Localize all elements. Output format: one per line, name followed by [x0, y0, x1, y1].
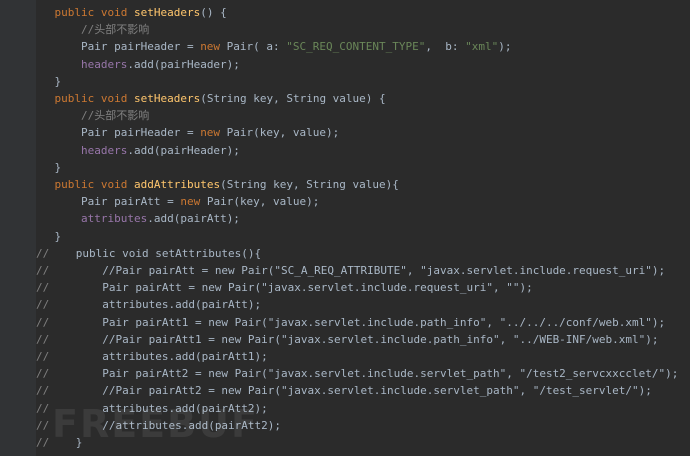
code-line[interactable]: Pair pairAtt = new Pair(key, value); [0, 193, 690, 210]
code-line-text: // //Pair pairAtt2 = new Pair("javax.ser… [36, 384, 652, 398]
code-line[interactable]: // attributes.add(pairAtt); [0, 296, 690, 313]
code-line[interactable]: // //Pair pairAtt2 = new Pair("javax.ser… [0, 382, 690, 399]
code-line-text: // attributes.add(pairAtt1); [36, 350, 268, 363]
code-line-text: // attributes.add(pairAtt); [36, 298, 262, 312]
code-line-text: // //Pair pairAtt = new Pair("SC_A_REQ_A… [36, 264, 666, 277]
code-line[interactable]: } [0, 73, 690, 90]
code-editor[interactable]: public void setHeaders() { //头部不影响 Pair … [0, 0, 690, 456]
code-line[interactable]: //头部不影响 [0, 107, 690, 124]
code-line-text: } [28, 229, 62, 243]
code-line-text: //头部不影响 [28, 109, 150, 123]
code-line-text: //头部不影响 [28, 23, 150, 37]
code-line[interactable]: headers.add(pairHeader); [0, 142, 690, 159]
code-line-text: // Pair pairAtt1 = new Pair("javax.servl… [36, 315, 666, 329]
code-line-text: } [28, 74, 62, 88]
code-line[interactable]: public void setHeaders() { [0, 4, 690, 21]
code-line[interactable]: // //Pair pairAtt = new Pair("SC_A_REQ_A… [0, 262, 690, 279]
code-line-text: Pair pairHeader = new Pair(key, value); [28, 126, 340, 140]
code-line[interactable]: } [0, 228, 690, 245]
code-line[interactable]: // Pair pairAtt2 = new Pair("javax.servl… [0, 365, 690, 382]
code-line-text: headers.add(pairHeader); [80, 57, 240, 71]
code-line-text: public void setHeaders(String key, Strin… [54, 92, 386, 105]
code-line[interactable]: } [0, 159, 690, 176]
code-line-text: Pair pairAtt = new Pair(key, value); [28, 195, 320, 209]
code-line[interactable]: public void addAttributes(String key, St… [0, 176, 690, 193]
code-line[interactable]: attributes.add(pairAtt); [0, 210, 690, 227]
code-line-text: public void addAttributes(String key, St… [54, 178, 399, 191]
code-line[interactable]: // Pair pairAtt1 = new Pair("javax.servl… [0, 314, 690, 331]
code-line[interactable]: // attributes.add(pairAtt1); [0, 348, 690, 365]
code-line-text: Pair pairHeader = new Pair( a: "SC_REQ_C… [28, 40, 512, 54]
code-line-text: // //Pair pairAtt1 = new Pair("javax.ser… [36, 332, 659, 346]
code-line[interactable]: headers.add(pairHeader); [0, 56, 690, 73]
code-line[interactable]: //头部不影响 [0, 21, 690, 38]
code-line-text: } [28, 160, 62, 174]
code-line-text: // public void setAttributes(){ [36, 246, 262, 260]
code-line[interactable]: // public void setAttributes(){ [0, 245, 690, 262]
watermark: FREEBUF [52, 402, 259, 446]
code-line[interactable]: // //Pair pairAtt1 = new Pair("javax.ser… [0, 331, 690, 348]
code-line[interactable]: Pair pairHeader = new Pair(key, value); [0, 124, 690, 141]
code-line[interactable]: Pair pairHeader = new Pair( a: "SC_REQ_C… [0, 38, 690, 55]
code-line-text: attributes.add(pairAtt); [80, 212, 240, 226]
code-line-text: headers.add(pairHeader); [80, 143, 240, 157]
code-line-text: // Pair pairAtt2 = new Pair("javax.servl… [36, 367, 679, 381]
code-line[interactable]: // Pair pairAtt = new Pair("javax.servle… [0, 279, 690, 296]
code-line-text: public void setHeaders() { [54, 6, 227, 19]
code-line-text: // Pair pairAtt = new Pair("javax.servle… [36, 281, 533, 295]
code-line[interactable]: public void setHeaders(String key, Strin… [0, 90, 690, 107]
